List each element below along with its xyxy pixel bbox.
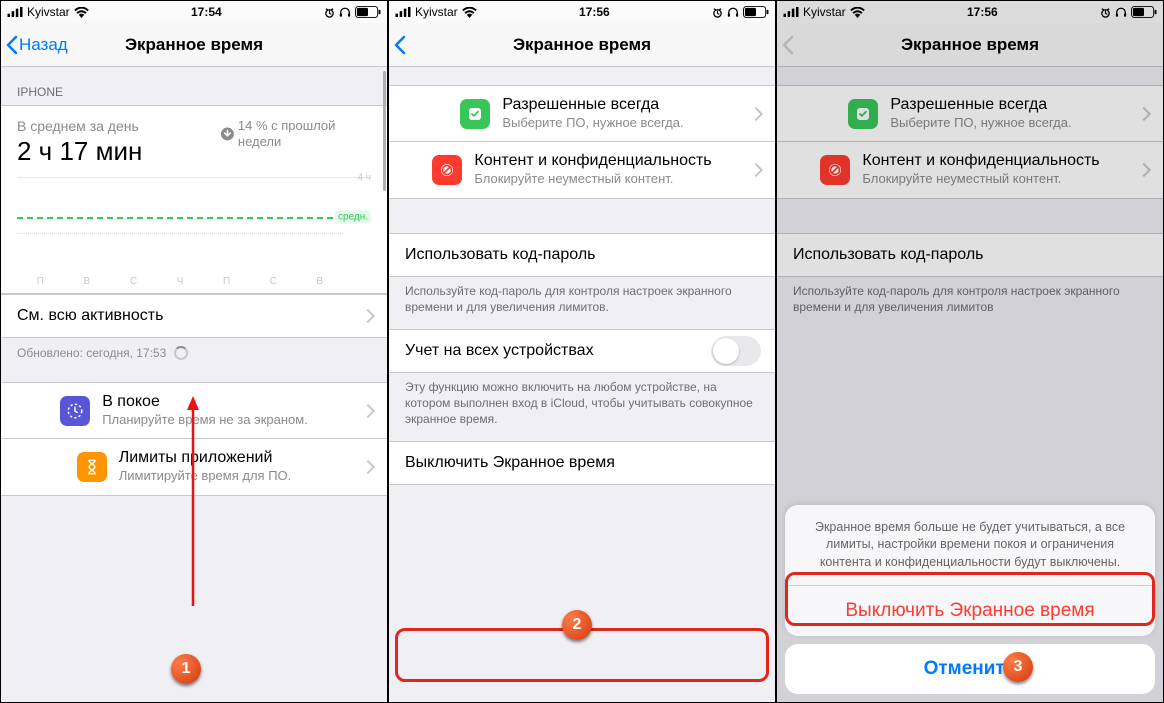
avg-value: 2 ч 17 мин [17, 136, 142, 167]
avg-label: В среднем за день [17, 118, 142, 134]
scrollbar[interactable] [383, 71, 386, 191]
share-note: Эту функцию можно включить на любом устр… [389, 373, 775, 442]
always-allowed-cell: Разрешенные всегда Выберите ПО, нужное в… [777, 85, 1163, 142]
app-limits-cell[interactable]: Лимиты приложений Лимитируйте время для … [1, 439, 387, 495]
wifi-icon [74, 7, 89, 18]
step-marker-3: 3 [1003, 652, 1033, 682]
content-scroll[interactable]: IPHONE В среднем за день 2 ч 17 мин 14 %… [1, 67, 387, 702]
share-toggle[interactable] [711, 336, 761, 366]
trend-label: 14 % с прошлой недели [221, 118, 371, 149]
battery-icon [1131, 6, 1157, 18]
signal-icon [783, 7, 799, 17]
sheet-cancel-button[interactable]: Отменить [785, 644, 1155, 694]
alarm-icon [1100, 7, 1111, 18]
chevron-left-icon [781, 35, 795, 55]
alarm-icon [712, 7, 723, 18]
content-privacy-cell: Контент и конфиденциальность Блокируйте … [777, 142, 1163, 198]
status-bar: Kyivstar 17:54 [1, 1, 387, 23]
back-button[interactable] [389, 35, 407, 55]
status-bar: Kyivstar 17:56 [389, 1, 775, 23]
signal-icon [395, 7, 411, 17]
headphones-icon [339, 7, 351, 18]
sheet-turn-off-button[interactable]: Выключить Экранное время [785, 585, 1155, 636]
content-scroll[interactable]: Разрешенные всегда Выберите ПО, нужное в… [389, 67, 775, 702]
back-button[interactable]: Назад [1, 35, 68, 55]
clock: 17:56 [579, 5, 610, 19]
nav-bar: Экранное время [389, 23, 775, 67]
use-passcode-cell[interactable]: Использовать код-пароль [389, 233, 775, 277]
see-all-activity[interactable]: См. всю активность [1, 294, 387, 338]
usage-summary: В среднем за день 2 ч 17 мин 14 % с прош… [1, 105, 387, 294]
signal-icon [7, 7, 23, 17]
screen-2: Kyivstar 17:56 Экранное время [389, 1, 777, 702]
back-label: Назад [19, 35, 68, 55]
check-shield-icon [848, 99, 878, 129]
headphones-icon [727, 7, 739, 18]
passcode-note: Используйте код-пароль для контроля наст… [389, 277, 775, 329]
hourglass-icon [77, 452, 107, 482]
y-label: 4 ч [357, 173, 371, 184]
use-passcode-cell: Использовать код-пароль [777, 233, 1163, 277]
carrier-label: Kyivstar [27, 5, 70, 19]
content-privacy-cell[interactable]: Контент и конфиденциальность Блокируйте … [389, 142, 775, 198]
chevron-left-icon [393, 35, 407, 55]
check-shield-icon [460, 99, 490, 129]
passcode-note: Используйте код-пароль для контроля наст… [777, 277, 1163, 329]
chevron-left-icon [5, 35, 19, 55]
battery-icon [355, 6, 381, 18]
turn-off-screentime-cell[interactable]: Выключить Экранное время [389, 441, 775, 485]
updated-label: Обновлено: сегодня, 17:53 [1, 338, 387, 368]
battery-icon [743, 6, 769, 18]
back-button [777, 35, 795, 55]
no-entry-icon [432, 155, 462, 185]
usage-chart: 4 ч ПВСЧПСВ средн. [17, 177, 371, 287]
page-title: Экранное время [389, 35, 775, 55]
section-header: IPHONE [1, 67, 387, 105]
nav-bar: Назад Экранное время [1, 23, 387, 67]
downtime-cell[interactable]: В покое Планируйте время не за экраном. [1, 382, 387, 439]
headphones-icon [1115, 7, 1127, 18]
share-across-devices-cell[interactable]: Учет на всех устройствах [389, 329, 775, 373]
sheet-message: Экранное время больше не будет учитывать… [785, 505, 1155, 586]
step-marker-1: 1 [171, 654, 201, 684]
wifi-icon [850, 7, 865, 18]
clock: 17:54 [191, 5, 222, 19]
screen-1: Kyivstar 17:54 Назад Экранное время IPHO… [1, 1, 389, 702]
nav-bar: Экранное время [777, 23, 1163, 67]
wifi-icon [462, 7, 477, 18]
action-sheet: Экранное время больше не будет учитывать… [777, 497, 1163, 703]
arrow-down-icon [221, 127, 234, 141]
step-marker-2: 2 [562, 610, 592, 640]
always-allowed-cell[interactable]: Разрешенные всегда Выберите ПО, нужное в… [389, 85, 775, 142]
downtime-icon [60, 396, 90, 426]
screen-3: Kyivstar 17:56 Экранное время [777, 1, 1163, 702]
no-entry-icon [820, 155, 850, 185]
page-title: Экранное время [777, 35, 1163, 55]
alarm-icon [324, 7, 335, 18]
clock: 17:56 [967, 5, 998, 19]
spinner-icon [174, 346, 188, 360]
status-bar: Kyivstar 17:56 [777, 1, 1163, 23]
